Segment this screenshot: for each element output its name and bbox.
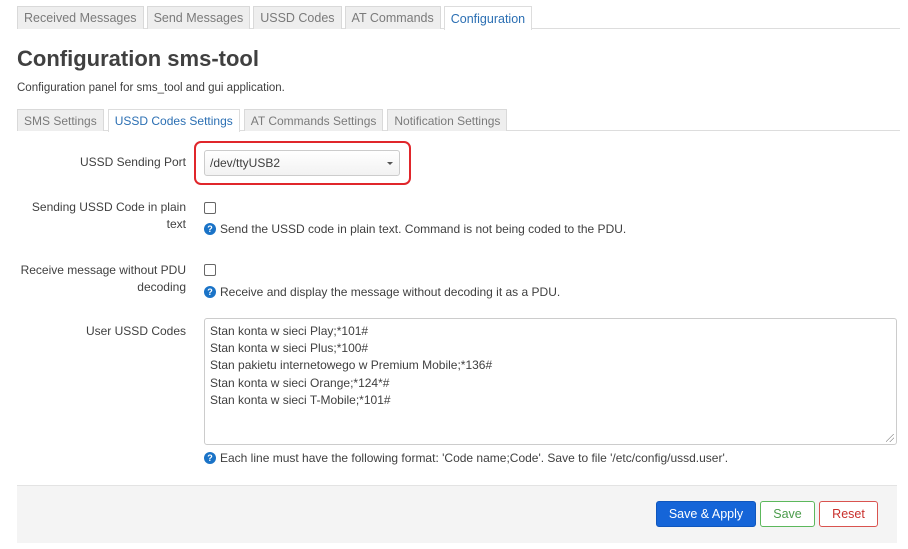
port-select-value: /dev/ttyUSB2 <box>210 156 281 170</box>
save-apply-button[interactable]: Save & Apply <box>656 501 756 527</box>
codes-textarea[interactable]: Stan konta w sieci Play;*101# Stan konta… <box>204 318 897 445</box>
settings-tabs: SMS Settings USSD Codes Settings AT Comm… <box>17 109 900 132</box>
tab-send-messages[interactable]: Send Messages <box>146 6 251 29</box>
tab-received-messages[interactable]: Received Messages <box>17 6 144 29</box>
caret-down-icon <box>387 162 393 165</box>
tab-configuration[interactable]: Configuration <box>443 6 533 30</box>
reset-button[interactable]: Reset <box>819 501 878 527</box>
pdu-hint: ? Receive and display the message withou… <box>204 285 560 299</box>
codes-line: Stan pakietu internetowego w Premium Mob… <box>210 358 493 373</box>
codes-line: Stan konta w sieci Orange;*124*# <box>210 375 390 390</box>
codes-label: User USSD Codes <box>85 324 186 338</box>
tab-ussd-codes[interactable]: USSD Codes <box>253 6 342 29</box>
tab-at-commands[interactable]: AT Commands <box>344 6 441 29</box>
plain-text-hint: ? Send the USSD code in plain text. Comm… <box>204 222 626 236</box>
help-icon: ? <box>204 223 216 235</box>
page-subtitle: Configuration panel for sms_tool and gui… <box>17 82 285 94</box>
codes-hint: ? Each line must have the following form… <box>204 451 728 465</box>
tab-notification-settings[interactable]: Notification Settings <box>387 109 508 131</box>
pdu-checkbox[interactable] <box>204 264 216 276</box>
tab-ussd-codes-settings[interactable]: USSD Codes Settings <box>107 109 240 132</box>
pdu-hint-text: Receive and display the message without … <box>220 285 561 299</box>
port-label: USSD Sending Port <box>79 155 186 169</box>
port-select[interactable]: /dev/ttyUSB2 <box>204 150 400 176</box>
pdu-label: Receive message without PDU decoding <box>21 262 186 296</box>
page-title: Configuration sms-tool <box>17 46 259 71</box>
tab-sms-settings[interactable]: SMS Settings <box>17 109 104 131</box>
codes-line: Stan konta w sieci Play;*101# <box>210 324 369 338</box>
plain-text-checkbox[interactable] <box>204 202 216 214</box>
plain-text-label: Sending USSD Code in plain text <box>32 199 186 233</box>
top-tabs: Received Messages Send Messages USSD Cod… <box>17 6 900 30</box>
plain-text-label-line1: Sending USSD Code in plain <box>31 200 186 214</box>
codes-line: Stan konta w sieci Plus;*100# <box>210 341 369 356</box>
plain-text-label-line2: text <box>166 217 186 231</box>
codes-hint-text: Each line must have the following format… <box>220 451 729 465</box>
codes-line: Stan konta w sieci T-Mobile;*101# <box>210 392 391 407</box>
tab-at-commands-settings[interactable]: AT Commands Settings <box>243 109 384 131</box>
plain-text-hint-text: Send the USSD code in plain text. Comman… <box>220 222 627 236</box>
help-icon: ? <box>204 452 216 464</box>
save-button[interactable]: Save <box>760 501 815 527</box>
help-icon: ? <box>204 286 216 298</box>
pdu-label-line1: Receive message without PDU <box>20 263 186 277</box>
resize-grip-icon[interactable] <box>886 434 894 442</box>
pdu-label-line2: decoding <box>137 280 186 294</box>
